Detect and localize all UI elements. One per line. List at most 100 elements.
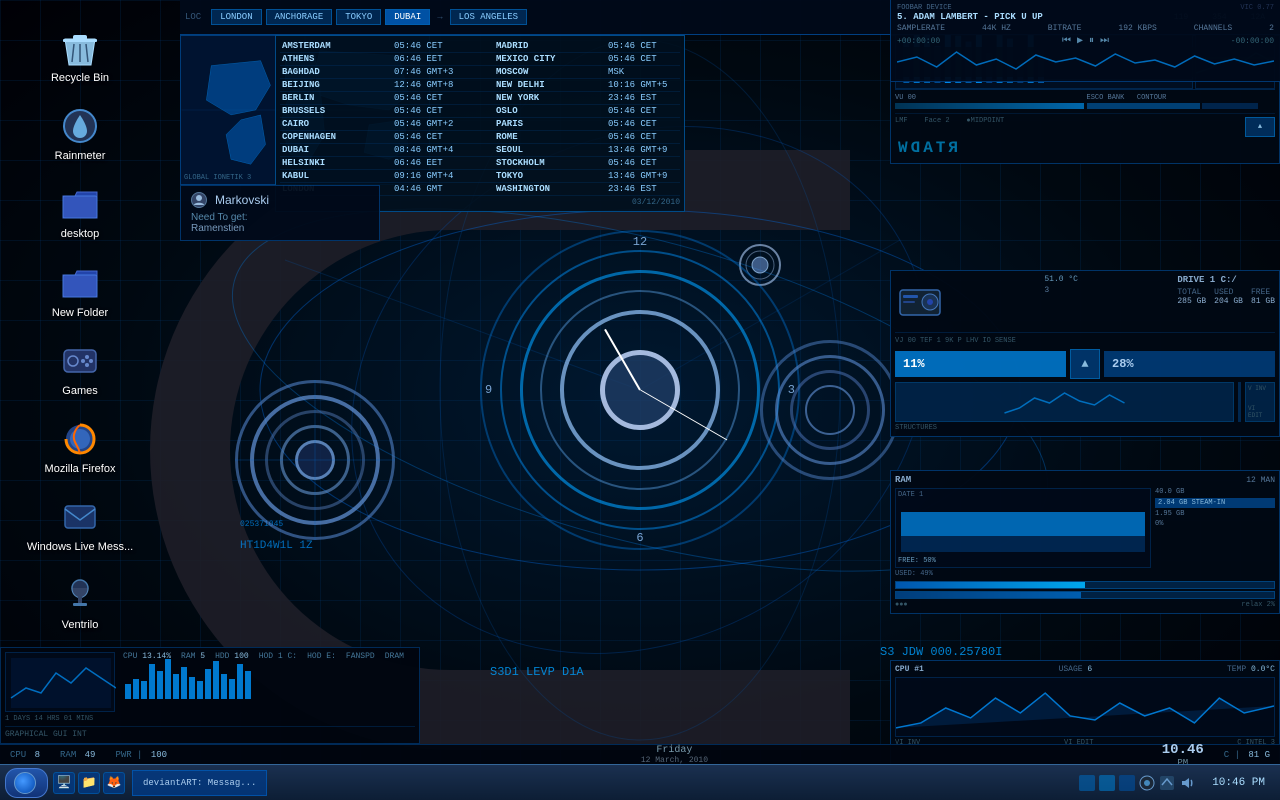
- new-folder-icon[interactable]: New Folder: [0, 255, 160, 328]
- hdd-free: FREE 81 GB: [1251, 288, 1275, 306]
- arrow-right: →: [437, 12, 442, 22]
- clock-time-2: 05:46 CET: [608, 119, 678, 129]
- vu-meters-row: VU 00 ESCO BANK CONTOUR: [895, 94, 1275, 114]
- graphical-label: GRAPHICAL GUI INT: [5, 730, 87, 739]
- recycle-bin-icon[interactable]: Recycle Bin: [0, 20, 160, 93]
- hud-time: 10.46: [1162, 742, 1204, 758]
- mini-bar-item: [133, 679, 139, 699]
- mini-bar-item: [229, 679, 235, 699]
- total-label: TOTAL: [1177, 288, 1206, 297]
- firefox-image: [60, 419, 100, 459]
- playback-controls[interactable]: ⏮ ▶ ⏸ ⏭: [1062, 35, 1109, 47]
- ram-header: RAM 12 MAN: [895, 475, 1275, 485]
- hud-drive-val: 81 G: [1248, 750, 1270, 760]
- windows-live-icon[interactable]: Windows Live Mess...: [0, 489, 160, 562]
- hud-cpu-label: CPU: [10, 750, 26, 760]
- note-name: Markovski: [215, 193, 269, 207]
- clock-city-2: ROME: [496, 132, 576, 142]
- cpu1-label: CPU #1: [895, 665, 924, 674]
- recycle-bin-label: Recycle Bin: [51, 72, 109, 85]
- hdd-temp-display: 51.0 °C: [1044, 275, 1078, 284]
- cpu-ram-val: 5: [200, 652, 205, 661]
- vinv-display: [895, 382, 1234, 422]
- ql-btn-2[interactable]: 📁: [78, 772, 100, 794]
- used-val: 204 GB: [1214, 297, 1243, 306]
- mini-bar-item: [205, 669, 211, 699]
- slider-btn-1[interactable]: ●●●: [895, 601, 908, 609]
- up-btn[interactable]: ▲: [1245, 117, 1275, 137]
- clock-entry-row: AMSTERDAM 05:46 CET MADRID 05:46 CET: [280, 40, 680, 53]
- desktop-folder-icon[interactable]: desktop: [0, 176, 160, 249]
- hdd3-lbl: HOD E:: [307, 652, 336, 661]
- clock-entry-row: BAGHDAD 07:46 GMT+3 MOSCOW MSK: [280, 66, 680, 79]
- mini-bar-item: [165, 659, 171, 699]
- ql-btn-3[interactable]: 🦊: [103, 772, 125, 794]
- tray-icon-1: [1079, 775, 1095, 791]
- note-panel: Markovski Need To get: Ramenstien: [180, 185, 380, 241]
- map-title: GLOBAL IONETIK 3: [184, 174, 251, 182]
- hud-pwr-label: PWR |: [115, 750, 142, 760]
- mini-bar-item: [197, 681, 203, 699]
- mini-bar-item: [173, 674, 179, 699]
- time-remaining: -00:00:00: [1231, 37, 1274, 46]
- ql-btn-1[interactable]: 🖥️: [53, 772, 75, 794]
- prev-btn[interactable]: ⏮: [1062, 35, 1071, 47]
- start-button[interactable]: [5, 768, 48, 798]
- note-label: Need To get:: [191, 212, 369, 223]
- taskbar-clock[interactable]: 10:46 PM: [1202, 777, 1275, 789]
- clock-city-2: MADRID: [496, 41, 576, 51]
- nav-la[interactable]: LOS ANGELES: [450, 9, 527, 25]
- games-icon[interactable]: Games: [0, 333, 160, 406]
- hdd-lhv: P LHV: [957, 337, 978, 345]
- desktop-folder-label: desktop: [61, 228, 100, 241]
- ram-data-area: 40.0 GB 2.04 GB STEAM-IN 1.95 GB 0%: [1155, 488, 1275, 568]
- firefox-label: Mozilla Firefox: [45, 463, 116, 476]
- taskbar-app-btn[interactable]: deviantART: Messag...: [132, 770, 267, 796]
- clock-time-1: 05:46 CET: [394, 132, 464, 142]
- windows-orb: [14, 772, 36, 794]
- clock-city-2: NEW YORK: [496, 93, 576, 103]
- play-btn[interactable]: ▶: [1077, 35, 1083, 47]
- rainmeter-icon[interactable]: Rainmeter: [0, 98, 160, 171]
- nav-dubai[interactable]: DUBAI: [385, 9, 430, 25]
- left-gauge: [235, 380, 395, 540]
- firefox-icon[interactable]: Mozilla Firefox: [0, 411, 160, 484]
- ram-prog-fill-1: [896, 582, 1085, 588]
- ventrilo-image: [60, 575, 100, 615]
- clock-time-2: 05:46 CET: [608, 106, 678, 116]
- samplerate-val: 44K HZ: [982, 24, 1011, 33]
- taskbar: 🖥️ 📁 🦊 deviantART: Messag... 10:46 PM: [0, 764, 1280, 800]
- hdd-row: HDD 100: [215, 652, 249, 661]
- note-header: Markovski: [191, 192, 369, 208]
- clock-entry-row: COPENHAGEN 05:46 CET ROME 05:46 CET: [280, 131, 680, 144]
- hdd-main-row: 51.0 °C 3 DRIVE 1 C:/ TOTAL 285 GB USED …: [895, 275, 1275, 333]
- fanspd-lbl: FANSPD: [346, 652, 375, 661]
- new-folder-label: New Folder: [52, 307, 108, 320]
- clock-city-2: WASHINGTON: [496, 184, 576, 194]
- nav-london[interactable]: LONDON: [211, 9, 261, 25]
- nav-anchorage[interactable]: ANCHORAGE: [266, 9, 333, 25]
- nav-tokyo[interactable]: TOKYO: [336, 9, 381, 25]
- hdd-vj: VJ 00: [895, 337, 916, 345]
- hud-bottom-bar: CPU 8 RAM 49 PWR | 100 Friday 12 March, …: [0, 744, 1280, 764]
- hdd-progress-row: VJ 00 TEF 1 9K P LHV IO SENSE: [895, 337, 1275, 345]
- clock-city-1: HELSINKI: [282, 158, 362, 168]
- cpu-pct-row: CPU 13.14%: [123, 652, 171, 661]
- clock-time-2: 10:16 GMT+5: [608, 80, 678, 90]
- next-btn[interactable]: ⏭: [1100, 35, 1109, 47]
- clock-time-2: MSK: [608, 67, 678, 77]
- hud-cpu-val: 8: [35, 750, 40, 760]
- usage-val: 6: [1087, 665, 1092, 674]
- tray-volume[interactable]: [1179, 775, 1195, 791]
- fanspd-row: FANSPD: [346, 652, 375, 661]
- pause-btn[interactable]: ⏸: [1089, 35, 1094, 47]
- ram-row-4: 0%: [1155, 520, 1275, 528]
- free-val: 81 GB: [1251, 297, 1275, 306]
- clock-time-1: 05:46 CET: [394, 93, 464, 103]
- ventrilo-icon[interactable]: Ventrilo: [0, 567, 160, 640]
- hdd-tef: TEF: [920, 337, 933, 345]
- arrow-up-btn[interactable]: ▲: [1070, 349, 1100, 379]
- scatter-text-3: S3D1 LEVP D1A: [490, 665, 584, 679]
- hud-pwr: PWR | 100: [115, 750, 167, 760]
- mini-bar-item: [213, 661, 219, 699]
